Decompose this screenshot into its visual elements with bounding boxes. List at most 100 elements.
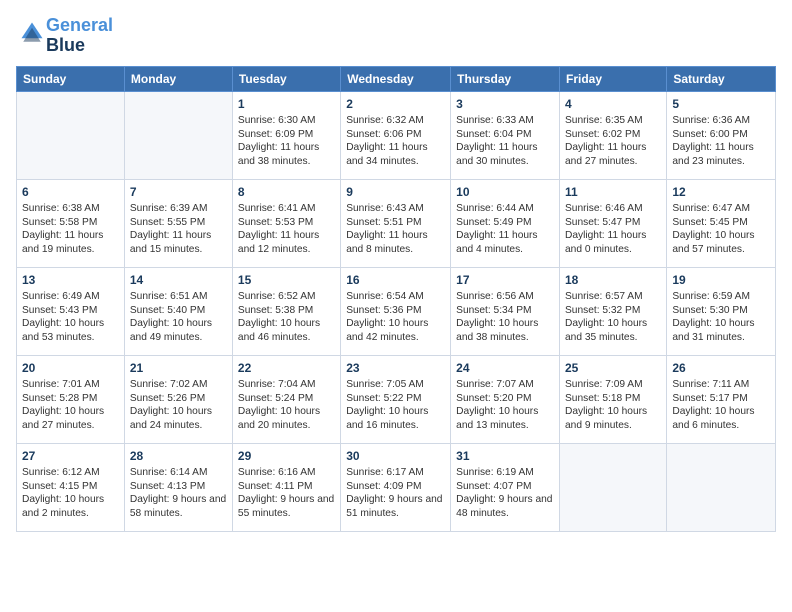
cell-info: Sunrise: 7:05 AM Sunset: 5:22 PM Dayligh… (346, 378, 445, 433)
cell-info: Sunrise: 6:16 AM Sunset: 4:11 PM Dayligh… (238, 466, 335, 521)
cell-info: Sunrise: 6:56 AM Sunset: 5:34 PM Dayligh… (456, 290, 554, 345)
cell-info: Sunrise: 6:33 AM Sunset: 6:04 PM Dayligh… (456, 114, 554, 169)
weekday-header: Monday (124, 66, 232, 91)
day-number: 8 (238, 184, 335, 200)
day-number: 25 (565, 360, 661, 376)
cell-info: Sunrise: 6:30 AM Sunset: 6:09 PM Dayligh… (238, 114, 335, 169)
day-number: 23 (346, 360, 445, 376)
cell-info: Sunrise: 6:14 AM Sunset: 4:13 PM Dayligh… (130, 466, 227, 521)
cell-info: Sunrise: 6:36 AM Sunset: 6:00 PM Dayligh… (672, 114, 770, 169)
calendar-week-row: 6Sunrise: 6:38 AM Sunset: 5:58 PM Daylig… (17, 179, 776, 267)
calendar-week-row: 27Sunrise: 6:12 AM Sunset: 4:15 PM Dayli… (17, 443, 776, 531)
day-number: 12 (672, 184, 770, 200)
calendar-cell: 23 Sunrise: 7:05 AM Sunset: 5:22 PM Dayli… (341, 355, 451, 443)
cell-info: Sunrise: 7:11 AM Sunset: 5:17 PM Dayligh… (672, 378, 770, 433)
cell-info: Sunrise: 6:51 AM Sunset: 5:40 PM Dayligh… (130, 290, 227, 345)
calendar-cell: 28 Sunrise: 6:14 AM Sunset: 4:13 PM Dayli… (124, 443, 232, 531)
cell-info: Sunrise: 6:32 AM Sunset: 6:06 PM Dayligh… (346, 114, 445, 169)
weekday-header: Sunday (17, 66, 125, 91)
calendar-cell: 20 Sunrise: 7:01 AM Sunset: 5:28 PM Dayli… (17, 355, 125, 443)
calendar-cell: 19 Sunrise: 6:59 AM Sunset: 5:30 PM Dayli… (667, 267, 776, 355)
cell-info: Sunrise: 6:39 AM Sunset: 5:55 PM Dayligh… (130, 202, 227, 257)
calendar-cell (124, 91, 232, 179)
day-number: 19 (672, 272, 770, 288)
day-number: 29 (238, 448, 335, 464)
cell-info: Sunrise: 6:43 AM Sunset: 5:51 PM Dayligh… (346, 202, 445, 257)
calendar-cell: 8 Sunrise: 6:41 AM Sunset: 5:53 PM Daylig… (232, 179, 340, 267)
day-number: 24 (456, 360, 554, 376)
day-number: 7 (130, 184, 227, 200)
day-number: 26 (672, 360, 770, 376)
day-number: 5 (672, 96, 770, 112)
calendar-cell: 13Sunrise: 6:49 AM Sunset: 5:43 PM Dayli… (17, 267, 125, 355)
day-number: 1 (238, 96, 335, 112)
weekday-header: Thursday (451, 66, 560, 91)
day-number: 20 (22, 360, 119, 376)
day-number: 17 (456, 272, 554, 288)
calendar-cell: 24 Sunrise: 7:07 AM Sunset: 5:20 PM Dayli… (451, 355, 560, 443)
cell-info: Sunrise: 6:59 AM Sunset: 5:30 PM Dayligh… (672, 290, 770, 345)
calendar-cell: 29 Sunrise: 6:16 AM Sunset: 4:11 PM Dayli… (232, 443, 340, 531)
calendar-cell: 21 Sunrise: 7:02 AM Sunset: 5:26 PM Dayli… (124, 355, 232, 443)
calendar-cell: 26 Sunrise: 7:11 AM Sunset: 5:17 PM Dayli… (667, 355, 776, 443)
cell-info: Sunrise: 6:46 AM Sunset: 5:47 PM Dayligh… (565, 202, 661, 257)
calendar-cell: 16 Sunrise: 6:54 AM Sunset: 5:36 PM Dayli… (341, 267, 451, 355)
calendar-cell: 12 Sunrise: 6:47 AM Sunset: 5:45 PM Dayli… (667, 179, 776, 267)
logo-line1: GeneralBlue (46, 16, 113, 56)
calendar-cell: 14 Sunrise: 6:51 AM Sunset: 5:40 PM Dayli… (124, 267, 232, 355)
cell-info: Sunrise: 7:09 AM Sunset: 5:18 PM Dayligh… (565, 378, 661, 433)
day-number: 9 (346, 184, 445, 200)
cell-info: Sunrise: 7:02 AM Sunset: 5:26 PM Dayligh… (130, 378, 227, 433)
calendar-cell: 9 Sunrise: 6:43 AM Sunset: 5:51 PM Daylig… (341, 179, 451, 267)
calendar-cell: 11 Sunrise: 6:46 AM Sunset: 5:47 PM Dayli… (560, 179, 667, 267)
day-number: 11 (565, 184, 661, 200)
day-number: 4 (565, 96, 661, 112)
page-header: GeneralBlue (16, 16, 776, 56)
calendar-cell: 2 Sunrise: 6:32 AM Sunset: 6:06 PM Daylig… (341, 91, 451, 179)
day-number: 28 (130, 448, 227, 464)
calendar-week-row: 20 Sunrise: 7:01 AM Sunset: 5:28 PM Dayli… (17, 355, 776, 443)
calendar-cell: 17 Sunrise: 6:56 AM Sunset: 5:34 PM Dayli… (451, 267, 560, 355)
cell-info: Sunrise: 7:04 AM Sunset: 5:24 PM Dayligh… (238, 378, 335, 433)
day-number: 21 (130, 360, 227, 376)
day-number: 13 (22, 272, 119, 288)
cell-info: Sunrise: 6:57 AM Sunset: 5:32 PM Dayligh… (565, 290, 661, 345)
day-number: 18 (565, 272, 661, 288)
calendar-header-row: SundayMondayTuesdayWednesdayThursdayFrid… (17, 66, 776, 91)
weekday-header: Friday (560, 66, 667, 91)
cell-info: Sunrise: 7:07 AM Sunset: 5:20 PM Dayligh… (456, 378, 554, 433)
cell-info: Sunrise: 6:54 AM Sunset: 5:36 PM Dayligh… (346, 290, 445, 345)
calendar-cell (17, 91, 125, 179)
day-number: 6 (22, 184, 119, 200)
calendar-cell: 3Sunrise: 6:33 AM Sunset: 6:04 PM Daylig… (451, 91, 560, 179)
day-number: 14 (130, 272, 227, 288)
cell-info: Sunrise: 6:41 AM Sunset: 5:53 PM Dayligh… (238, 202, 335, 257)
calendar-week-row: 1 Sunrise: 6:30 AM Sunset: 6:09 PM Daylig… (17, 91, 776, 179)
cell-info: Sunrise: 6:17 AM Sunset: 4:09 PM Dayligh… (346, 466, 445, 521)
weekday-header: Wednesday (341, 66, 451, 91)
day-number: 2 (346, 96, 445, 112)
calendar-cell: 22 Sunrise: 7:04 AM Sunset: 5:24 PM Dayli… (232, 355, 340, 443)
calendar-cell: 30 Sunrise: 6:17 AM Sunset: 4:09 PM Dayli… (341, 443, 451, 531)
calendar-cell: 15 Sunrise: 6:52 AM Sunset: 5:38 PM Dayli… (232, 267, 340, 355)
cell-info: Sunrise: 6:52 AM Sunset: 5:38 PM Dayligh… (238, 290, 335, 345)
calendar-cell: 1 Sunrise: 6:30 AM Sunset: 6:09 PM Daylig… (232, 91, 340, 179)
logo: GeneralBlue (16, 16, 113, 56)
calendar-table: SundayMondayTuesdayWednesdayThursdayFrid… (16, 66, 776, 532)
cell-info: Sunrise: 6:19 AM Sunset: 4:07 PM Dayligh… (456, 466, 554, 521)
calendar-cell (667, 443, 776, 531)
cell-info: Sunrise: 6:47 AM Sunset: 5:45 PM Dayligh… (672, 202, 770, 257)
calendar-cell: 18 Sunrise: 6:57 AM Sunset: 5:32 PM Dayli… (560, 267, 667, 355)
calendar-cell: 31Sunrise: 6:19 AM Sunset: 4:07 PM Dayli… (451, 443, 560, 531)
calendar-cell: 6Sunrise: 6:38 AM Sunset: 5:58 PM Daylig… (17, 179, 125, 267)
calendar-cell (560, 443, 667, 531)
cell-info: Sunrise: 7:01 AM Sunset: 5:28 PM Dayligh… (22, 378, 119, 433)
calendar-cell: 25 Sunrise: 7:09 AM Sunset: 5:18 PM Dayli… (560, 355, 667, 443)
day-number: 30 (346, 448, 445, 464)
calendar-cell: 7 Sunrise: 6:39 AM Sunset: 5:55 PM Daylig… (124, 179, 232, 267)
day-number: 16 (346, 272, 445, 288)
cell-info: Sunrise: 6:35 AM Sunset: 6:02 PM Dayligh… (565, 114, 661, 169)
calendar-cell: 10Sunrise: 6:44 AM Sunset: 5:49 PM Dayli… (451, 179, 560, 267)
day-number: 15 (238, 272, 335, 288)
day-number: 22 (238, 360, 335, 376)
